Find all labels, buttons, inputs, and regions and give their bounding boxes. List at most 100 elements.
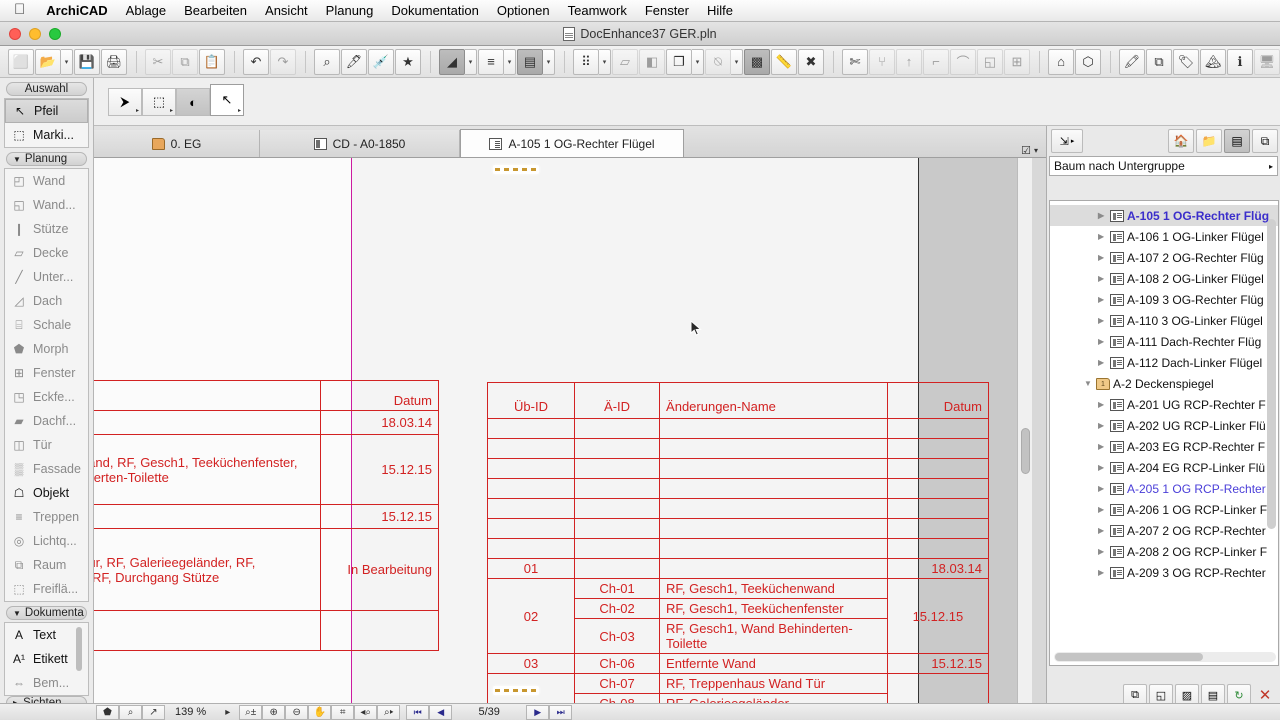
tool-treppen[interactable]: ≡ Treppen [5, 505, 88, 529]
tree-hscroll-thumb[interactable] [1055, 653, 1203, 661]
table-row[interactable] [486, 518, 990, 539]
layout-book-icon[interactable]: ▤ [1224, 129, 1250, 153]
tool-dach[interactable]: ◿ Dach [5, 289, 88, 313]
pet-palette-icon[interactable]: ⮞ ▸ [108, 88, 142, 116]
arrow-pointer-icon[interactable]: ↖ ▸ [210, 84, 244, 116]
cut-button[interactable]: ✂ [145, 48, 171, 75]
chevron-right-icon[interactable]: ▶ [1098, 505, 1107, 514]
cell-ae-id[interactable]: Ch-07 [574, 673, 661, 694]
chevron-right-icon[interactable]: ▶ [1098, 547, 1107, 556]
3d-plane-icon[interactable]: ▱ [612, 48, 638, 75]
table-row[interactable]: 02 Ch-01 RF, Gesch1, Teeküchenwand 15.12.15 [486, 578, 990, 654]
cell-change-name[interactable]: RF, Gesch1, Teeküchenwand, RF, Gesch1, T… [94, 434, 321, 505]
menu-item-hilfe[interactable]: Hilfe [698, 0, 742, 22]
cell-ueb-id[interactable]: 03 [486, 653, 576, 674]
table-row[interactable] [486, 418, 990, 439]
measure-button[interactable]: ✖ [798, 48, 824, 75]
cell-change-name[interactable] [659, 558, 888, 579]
tool-objekt[interactable]: ☖ Objekt [5, 481, 88, 505]
chevron-right-icon[interactable]: ▶ [1098, 526, 1107, 535]
table-row[interactable]: RF, Treppenhaus Wand Tür, RF, Galerieege… [94, 528, 440, 611]
table-cell[interactable] [574, 418, 661, 439]
chevron-down-icon[interactable]: ▼ [13, 609, 21, 618]
menu-item-ansicht[interactable]: Ansicht [256, 0, 317, 22]
tool-st-tze[interactable]: ❙ Stütze [5, 217, 88, 241]
cell-change-name[interactable] [94, 410, 321, 435]
table-row[interactable] [486, 478, 990, 499]
chevron-down-icon[interactable]: ▾ [692, 48, 704, 75]
cell-change-name[interactable]: Entfernte Wand [94, 504, 321, 529]
tree-horizontal-scrollbar[interactable] [1054, 652, 1276, 662]
drawing-update-icon[interactable]: ↗ [142, 704, 165, 720]
tag-label-button[interactable]: 🏷 [1173, 48, 1199, 75]
tool-freifl-[interactable]: ⬚ Freiflä... [5, 577, 88, 601]
toolbox-scrollbar[interactable] [76, 627, 82, 671]
tool-raum[interactable]: ⧉ Raum [5, 553, 88, 577]
table-row[interactable] [486, 438, 990, 459]
tool-wand[interactable]: ◰ Wand [5, 169, 88, 193]
cell-date[interactable]: 15.12.15 [319, 434, 440, 505]
cell-date[interactable]: 15.12.15 [319, 504, 440, 529]
chevron-right-icon[interactable]: ▶ [1098, 463, 1107, 472]
display-options-icon[interactable]: 🖥 [1254, 48, 1280, 75]
cell-date[interactable]: In Bearbeitung [319, 528, 440, 611]
multiply-button[interactable]: ⊞ [1004, 48, 1030, 75]
toolbox-section-auswahl[interactable]: Auswahl [6, 82, 87, 96]
fillet-icon[interactable]: ⌐ [923, 48, 949, 75]
trim-scissors-button[interactable]: ✄ [842, 48, 868, 75]
offset-icon[interactable]: ◱ [977, 48, 1003, 75]
chevron-right-icon[interactable]: ▶ [1098, 232, 1107, 241]
grid-snap-icon[interactable]: ⠿ [573, 48, 599, 75]
syringe-inject-button[interactable]: 💉 [368, 48, 394, 75]
table-row[interactable]: 04 - IACh-07RF, Treppenhaus Wand TürIn B… [486, 673, 990, 703]
cell-date[interactable]: 15.12.15 [886, 653, 990, 674]
layer-settings-button[interactable]: ◢ ▾ [439, 48, 477, 75]
tag-label-icon[interactable]: 🏷 [1173, 48, 1199, 75]
previous-page-icon[interactable]: ◀ [429, 704, 453, 720]
canvas-vertical-scrollbar[interactable] [1017, 158, 1032, 703]
info-palette-icon[interactable]: ℹ [1227, 48, 1253, 75]
cell-ae-id[interactable]: Ch-02 [574, 598, 661, 619]
zoom-in-icon[interactable]: ⊕ [262, 704, 286, 720]
table-cell[interactable] [486, 478, 576, 499]
pen-set-icon[interactable]: ≡ [478, 48, 504, 75]
undo-icon[interactable]: ↶ [243, 48, 269, 75]
eyedropper-button[interactable]: 🖊 [341, 48, 367, 75]
tree-item-14[interactable]: ▶ A-206 1 OG RCP-Linker F [1050, 499, 1278, 520]
model-view-icon[interactable]: ▤ [517, 48, 543, 75]
multiply-icon[interactable]: ⊞ [1004, 48, 1030, 75]
tree-item-16[interactable]: ▶ A-208 2 OG RCP-Linker F [1050, 541, 1278, 562]
layers-stack-button[interactable]: ❐ ▾ [666, 48, 704, 75]
table-cell[interactable] [486, 518, 576, 539]
apple-logo-icon[interactable]:  [10, 2, 37, 19]
dimension-button[interactable]: 📏 [771, 48, 797, 75]
chevron-right-icon[interactable]: ▸ [1269, 162, 1273, 171]
marker-pen-icon[interactable]: 🖍 [1119, 48, 1145, 75]
document-tab-0[interactable]: 0. EG [94, 130, 260, 157]
measure-icon[interactable]: ✖ [798, 48, 824, 75]
tool-t-r[interactable]: ◫ Tür [5, 433, 88, 457]
tree-item-12[interactable]: ▶ A-204 EG RCP-Linker Flü [1050, 457, 1278, 478]
chevron-down-icon[interactable]: ▼ [13, 155, 21, 164]
chevron-down-icon[interactable]: ▸ [238, 107, 241, 114]
curve-button[interactable]: ⌒ [950, 48, 976, 75]
chevron-down-icon[interactable]: ▾ [731, 48, 743, 75]
redo-button[interactable]: ↷ [270, 48, 296, 75]
next-page-icon[interactable]: ▶ [526, 704, 550, 720]
section-plane-button[interactable]: ◧ [639, 48, 665, 75]
3d-box-icon[interactable]: ⬡ [1075, 48, 1101, 75]
3d-view-icon[interactable]: ⬟ [96, 704, 119, 720]
tree-item-10[interactable]: ▶ A-202 UG RCP-Linker Flü [1050, 415, 1278, 436]
tool-marki-[interactable]: ⬚ Marki... [5, 123, 88, 147]
magic-wand-icon[interactable]: ◐ [176, 88, 210, 116]
fillet-button[interactable]: ⌐ [923, 48, 949, 75]
chevron-down-icon[interactable]: ▾ [599, 48, 611, 75]
tool-fenster[interactable]: ⊞ Fenster [5, 361, 88, 385]
fit-in-window-icon[interactable]: ⌗ [331, 704, 355, 720]
pan-hand-icon[interactable]: ✋ [308, 704, 332, 720]
table-cell[interactable] [574, 498, 661, 519]
3d-plane-button[interactable]: ▱ [612, 48, 638, 75]
tree-item-13[interactable]: ▶ A-205 1 OG RCP-Rechter [1050, 478, 1278, 499]
table-cell[interactable] [886, 418, 990, 439]
tree-item-11[interactable]: ▶ A-203 EG RCP-Rechter F [1050, 436, 1278, 457]
